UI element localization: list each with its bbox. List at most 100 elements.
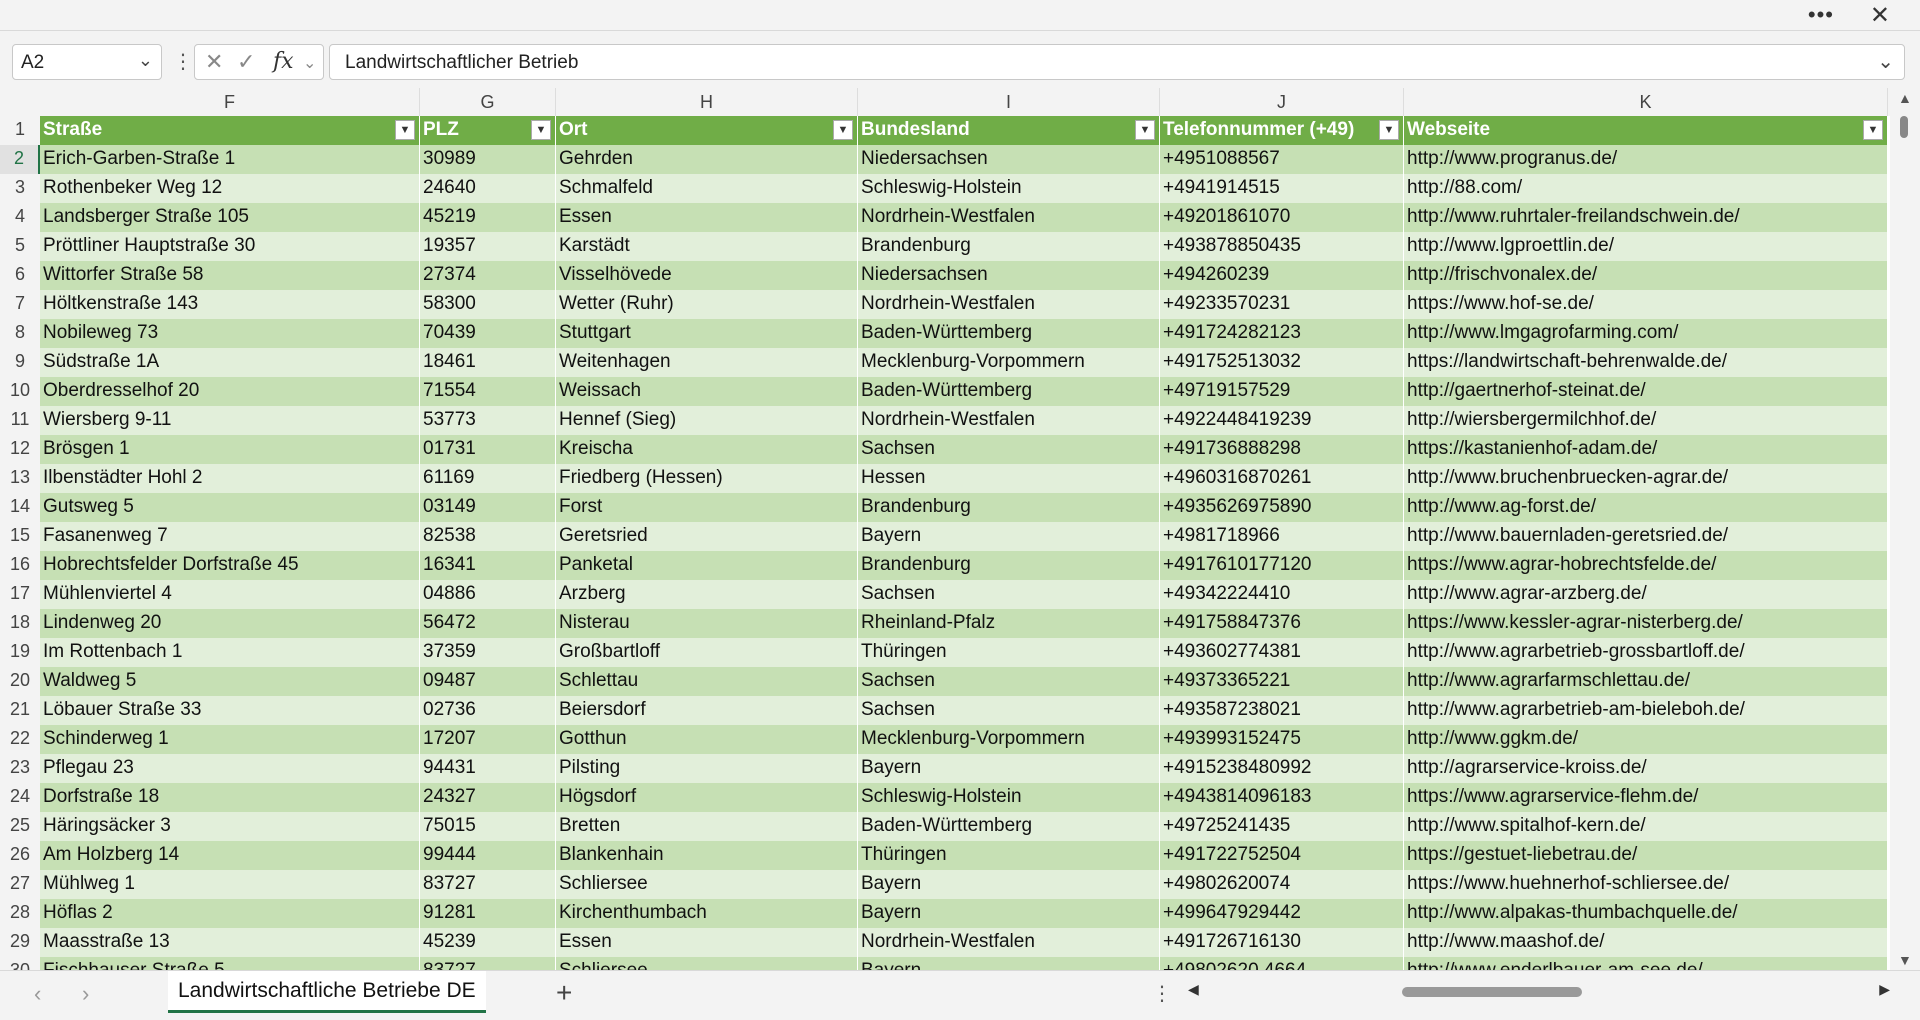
close-icon[interactable]: ✕	[1870, 1, 1890, 30]
table-cell[interactable]: 30989	[420, 145, 556, 174]
table-cell[interactable]: https://www.huehnerhof-schliersee.de/	[1404, 870, 1888, 899]
header-cell[interactable]: Ort ▼	[556, 116, 858, 145]
table-cell[interactable]: http://agrarservice-kroiss.de/	[1404, 754, 1888, 783]
table-cell[interactable]: Niedersachsen	[858, 261, 1160, 290]
table-cell[interactable]: Nordrhein-Westfalen	[858, 406, 1160, 435]
table-cell[interactable]: Gehrden	[556, 145, 858, 174]
row-header[interactable]: 23	[0, 754, 40, 783]
scroll-down-icon[interactable]: ▼	[1898, 952, 1912, 968]
row-header[interactable]: 25	[0, 812, 40, 841]
table-cell[interactable]: Kirchenthumbach	[556, 899, 858, 928]
table-cell[interactable]: https://landwirtschaft-behrenwalde.de/	[1404, 348, 1888, 377]
column-header-i[interactable]: I	[858, 88, 1160, 116]
table-cell[interactable]: Lindenweg 20	[40, 609, 420, 638]
table-cell[interactable]: Bayern	[858, 870, 1160, 899]
row-header[interactable]: 26	[0, 841, 40, 870]
column-header-k[interactable]: K	[1404, 88, 1888, 116]
row-header[interactable]: 18	[0, 609, 40, 638]
table-cell[interactable]: +4935626975890	[1160, 493, 1404, 522]
table-cell[interactable]: Mühlenviertel 4	[40, 580, 420, 609]
table-cell[interactable]: +49719157529	[1160, 377, 1404, 406]
table-cell[interactable]: Bayern	[858, 522, 1160, 551]
row-header[interactable]: 29	[0, 928, 40, 957]
table-cell[interactable]: Baden-Württemberg	[858, 812, 1160, 841]
table-cell[interactable]: Fischhauser Straße 5	[40, 957, 420, 970]
table-cell[interactable]: Thüringen	[858, 638, 1160, 667]
row-header[interactable]: 22	[0, 725, 40, 754]
table-cell[interactable]: +4922448419239	[1160, 406, 1404, 435]
vertical-scrollbar[interactable]: ▲ ▼	[1890, 88, 1920, 970]
table-cell[interactable]: +49373365221	[1160, 667, 1404, 696]
table-cell[interactable]: Panketal	[556, 551, 858, 580]
table-cell[interactable]: +491752513032	[1160, 348, 1404, 377]
table-cell[interactable]: Essen	[556, 928, 858, 957]
table-cell[interactable]: Am Holzberg 14	[40, 841, 420, 870]
table-cell[interactable]: +49802620074	[1160, 870, 1404, 899]
table-cell[interactable]: http://www.progranus.de/	[1404, 145, 1888, 174]
table-cell[interactable]: 70439	[420, 319, 556, 348]
table-cell[interactable]: http://www.lmgagrofarming.com/	[1404, 319, 1888, 348]
table-cell[interactable]: Sachsen	[858, 696, 1160, 725]
table-cell[interactable]: +491722752504	[1160, 841, 1404, 870]
table-cell[interactable]: Essen	[556, 203, 858, 232]
header-cell[interactable]: Straße ▼	[40, 116, 420, 145]
table-cell[interactable]: Landsberger Straße 105	[40, 203, 420, 232]
table-cell[interactable]: Bretten	[556, 812, 858, 841]
table-cell[interactable]: http://www.lgproettlin.de/	[1404, 232, 1888, 261]
table-cell[interactable]: 04886	[420, 580, 556, 609]
table-cell[interactable]: Forst	[556, 493, 858, 522]
cancel-icon[interactable]: ✕	[205, 49, 223, 75]
table-cell[interactable]: http://www.agrarfarmschlettau.de/	[1404, 667, 1888, 696]
table-cell[interactable]: Arzberg	[556, 580, 858, 609]
table-cell[interactable]: https://www.hof-se.de/	[1404, 290, 1888, 319]
table-cell[interactable]: 91281	[420, 899, 556, 928]
table-cell[interactable]: Weissach	[556, 377, 858, 406]
row-header[interactable]: 8	[0, 319, 40, 348]
table-cell[interactable]: 99444	[420, 841, 556, 870]
column-header-f[interactable]: F	[40, 88, 420, 116]
table-cell[interactable]: 82538	[420, 522, 556, 551]
table-cell[interactable]: 17207	[420, 725, 556, 754]
table-cell[interactable]: Niedersachsen	[858, 145, 1160, 174]
table-cell[interactable]: Fasanenweg 7	[40, 522, 420, 551]
row-header[interactable]: 13	[0, 464, 40, 493]
name-box[interactable]: A2 ⌄	[12, 44, 162, 80]
table-cell[interactable]: Brandenburg	[858, 232, 1160, 261]
row-header[interactable]: 28	[0, 899, 40, 928]
sheet-tab[interactable]: Landwirtschaftliche Betriebe DE	[168, 971, 486, 1013]
table-cell[interactable]: 03149	[420, 493, 556, 522]
table-cell[interactable]: Baden-Württemberg	[858, 319, 1160, 348]
table-cell[interactable]: Südstraße 1A	[40, 348, 420, 377]
scroll-up-icon[interactable]: ▲	[1898, 90, 1912, 106]
table-cell[interactable]: Rheinland-Pfalz	[858, 609, 1160, 638]
table-cell[interactable]: http://www.spitalhof-kern.de/	[1404, 812, 1888, 841]
chevron-down-icon[interactable]: ⌄	[138, 50, 153, 71]
row-header[interactable]: 10	[0, 377, 40, 406]
row-header[interactable]: 24	[0, 783, 40, 812]
row-header[interactable]: 4	[0, 203, 40, 232]
tab-options-icon[interactable]: ⋮	[1152, 981, 1172, 1006]
filter-dropdown-icon[interactable]: ▼	[833, 120, 853, 140]
row-header[interactable]: 14	[0, 493, 40, 522]
table-cell[interactable]: +4943814096183	[1160, 783, 1404, 812]
table-cell[interactable]: Bayern	[858, 957, 1160, 970]
filter-dropdown-icon[interactable]: ▼	[1863, 120, 1883, 140]
table-cell[interactable]: Gotthun	[556, 725, 858, 754]
table-cell[interactable]: +4981718966	[1160, 522, 1404, 551]
table-cell[interactable]: Hessen	[858, 464, 1160, 493]
table-cell[interactable]: Waldweg 5	[40, 667, 420, 696]
table-cell[interactable]: Nordrhein-Westfalen	[858, 203, 1160, 232]
row-header[interactable]: 2	[0, 145, 40, 174]
column-header-g[interactable]: G	[420, 88, 556, 116]
table-cell[interactable]: 83727	[420, 870, 556, 899]
table-cell[interactable]: Schliersee	[556, 870, 858, 899]
table-cell[interactable]: Beiersdorf	[556, 696, 858, 725]
table-cell[interactable]: Baden-Württemberg	[858, 377, 1160, 406]
filter-dropdown-icon[interactable]: ▼	[1379, 120, 1399, 140]
table-cell[interactable]: 02736	[420, 696, 556, 725]
horizontal-scrollbar[interactable]: ◀ ▶	[1180, 981, 1890, 1003]
table-cell[interactable]: Brandenburg	[858, 493, 1160, 522]
table-cell[interactable]: +491724282123	[1160, 319, 1404, 348]
table-cell[interactable]: Höltkenstraße 143	[40, 290, 420, 319]
table-cell[interactable]: Mühlweg 1	[40, 870, 420, 899]
